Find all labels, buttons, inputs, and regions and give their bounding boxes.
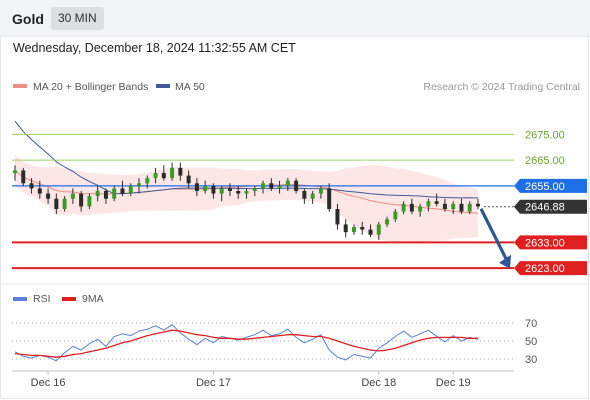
candle-body bbox=[393, 211, 398, 220]
candle-body bbox=[21, 170, 26, 184]
candle-body bbox=[37, 188, 42, 194]
candle-body bbox=[236, 191, 241, 194]
candle-body bbox=[54, 198, 59, 209]
forecast-arrow-shaft bbox=[479, 208, 509, 262]
candle-body bbox=[302, 191, 307, 199]
candle-body bbox=[343, 224, 348, 233]
candle-body bbox=[294, 180, 299, 191]
candle-body bbox=[227, 188, 232, 191]
candle-body bbox=[261, 183, 266, 189]
candle-body bbox=[161, 173, 166, 179]
rsi-tick-label: 70 bbox=[525, 318, 537, 330]
x-tick-label: Dec 16 bbox=[31, 377, 66, 389]
price-chart[interactable]: MA 20 + Bollinger Bands MA 50 Research © 2… bbox=[0, 0, 590, 400]
candle-body bbox=[376, 224, 381, 235]
candle-body bbox=[277, 185, 282, 189]
price-tag-label: 2633.00 bbox=[525, 237, 565, 249]
candle-body bbox=[351, 227, 356, 233]
candle-body bbox=[186, 175, 191, 184]
candle-body bbox=[112, 188, 117, 199]
price-tick-label: 2675.00 bbox=[525, 129, 565, 141]
candle-body bbox=[401, 203, 406, 212]
candle-body bbox=[211, 185, 216, 194]
candle-body bbox=[95, 191, 100, 197]
candle-body bbox=[310, 193, 315, 199]
candle-body bbox=[120, 188, 125, 194]
candle-body bbox=[409, 203, 414, 212]
rsi-tick-label: 30 bbox=[525, 354, 537, 366]
price-tick-label: 2665.00 bbox=[525, 155, 565, 167]
candle-body bbox=[335, 209, 340, 225]
candle-body bbox=[318, 188, 323, 194]
legend-label-ma50: MA 50 bbox=[175, 81, 205, 93]
candle-body bbox=[178, 167, 183, 176]
candle-body bbox=[13, 170, 17, 173]
candle-body bbox=[219, 188, 224, 194]
legend-label-rsi: RSI bbox=[33, 293, 51, 305]
legend-swatch-rsi bbox=[13, 297, 27, 301]
chart-credit: Research © 2024 Trading Central bbox=[423, 81, 580, 93]
candle-body bbox=[103, 191, 108, 199]
candle-body bbox=[476, 203, 480, 207]
candle-body bbox=[360, 227, 365, 230]
candle-body bbox=[137, 183, 142, 186]
candle-body bbox=[327, 188, 332, 209]
candle-body bbox=[79, 193, 84, 207]
candle-body bbox=[128, 185, 133, 194]
candle-body bbox=[426, 201, 431, 207]
candle-body bbox=[145, 178, 150, 184]
candle-body bbox=[170, 167, 175, 179]
candle-body bbox=[442, 203, 447, 209]
candle-body bbox=[285, 180, 290, 186]
x-tick-label: Dec 17 bbox=[196, 377, 231, 389]
price-tag-label: 2655.00 bbox=[525, 181, 565, 193]
candle-body bbox=[29, 183, 34, 189]
candle-body bbox=[434, 201, 439, 204]
legend-swatch-ma20 bbox=[13, 84, 27, 88]
candle-body bbox=[418, 206, 423, 212]
x-tick-label: Dec 19 bbox=[436, 377, 471, 389]
legend-swatch-ma50 bbox=[156, 84, 170, 88]
candle-body bbox=[62, 198, 67, 209]
legend-label-ma20: MA 20 + Bollinger Bands bbox=[33, 81, 148, 93]
legend-swatch-9ma bbox=[62, 297, 76, 301]
rsi-tick-label: 50 bbox=[525, 336, 537, 348]
candle-body bbox=[451, 203, 456, 209]
candle-body bbox=[269, 183, 274, 189]
candle-body bbox=[203, 185, 208, 191]
price-tag-label: 2646.88 bbox=[525, 202, 565, 214]
x-tick-label: Dec 18 bbox=[361, 377, 396, 389]
candle-body bbox=[252, 188, 257, 191]
candle-body bbox=[368, 229, 373, 235]
candle-body bbox=[70, 193, 75, 199]
candle-body bbox=[46, 193, 51, 199]
price-tag-label: 2623.00 bbox=[525, 263, 565, 275]
candle-body bbox=[385, 219, 390, 225]
candle-body bbox=[467, 203, 472, 212]
legend-label-9ma: 9MA bbox=[82, 293, 104, 305]
candle-body bbox=[244, 191, 249, 194]
rsi-line bbox=[14, 324, 479, 362]
candle-body bbox=[153, 173, 158, 179]
candle-body bbox=[459, 203, 464, 212]
candle-body bbox=[194, 183, 199, 191]
candle-body bbox=[87, 196, 92, 207]
